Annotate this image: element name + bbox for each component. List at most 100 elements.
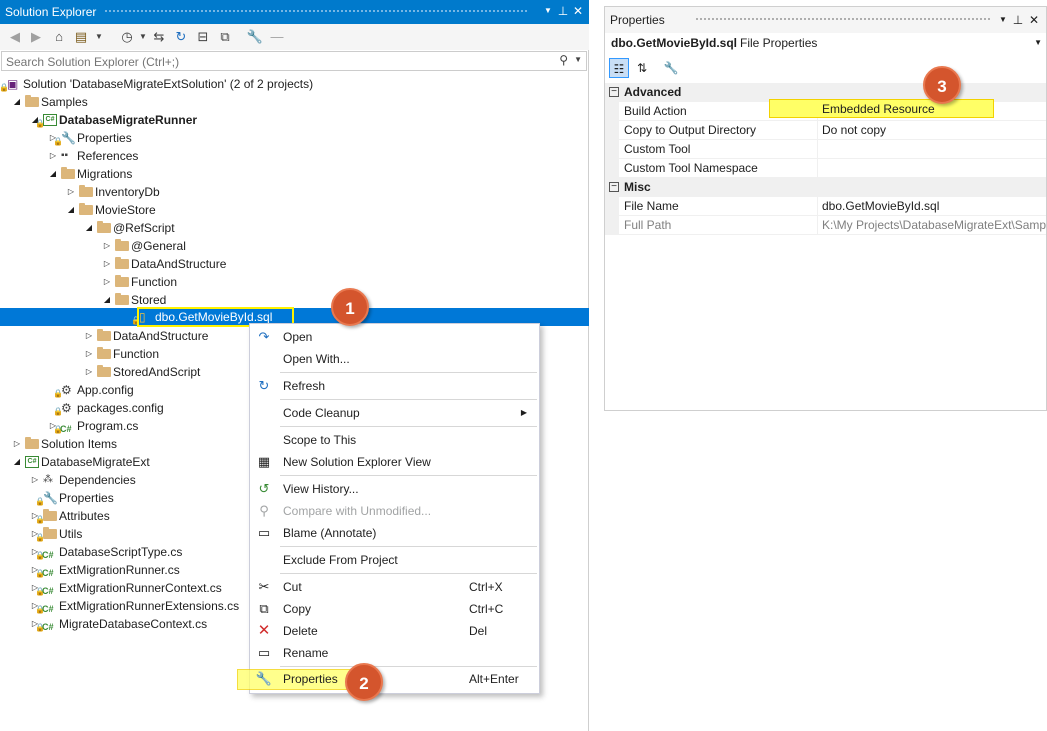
properties-wrench-icon[interactable]: 🔧 [246,28,264,46]
back-icon[interactable]: ◀ [6,28,24,46]
tree-item-migratedatabasecontext[interactable]: ▷ 🔒 C# MigrateDatabaseContext.cs [29,615,207,633]
tree-item-databasescripttype[interactable]: ▷ 🔒 C# DatabaseScriptType.cs [29,543,182,561]
expand-arrow-icon[interactable]: ▷ [11,435,23,453]
tree-item-solution[interactable]: 🔒 ▣ Solution 'DatabaseMigrateExtSolution' … [0,75,313,93]
menu-item-exclude[interactable]: Exclude From Project [250,549,539,571]
menu-item-refresh[interactable]: ↻ Refresh [250,375,539,397]
categorized-icon[interactable]: ☷ [609,58,629,78]
expand-arrow-icon[interactable]: ▷ [101,255,113,273]
tree-item-migrations[interactable]: ◢ Migrations [47,165,132,183]
expand-arrow-icon[interactable]: ▷ [83,363,95,381]
tree-item-dataandstructure-2[interactable]: ▷ DataAndStructure [83,327,208,345]
tree-item-properties-2[interactable]: 🔒 🔧 Properties [35,489,114,507]
property-row-full-path[interactable]: Full Path K:\My Projects\DatabaseMigrateE… [605,216,1046,235]
tree-item-function[interactable]: ▷ Function [101,273,177,291]
sync-icon[interactable]: ⇆ [150,28,168,46]
menu-item-cut[interactable]: ✂ Cut Ctrl+X [250,576,539,598]
alphabetical-sort-icon[interactable]: ⇅ [632,58,652,78]
collapse-arrow-icon[interactable]: ◢ [47,165,59,183]
menu-item-view-history[interactable]: ↺ View History... [250,478,539,500]
collapse-arrow-icon[interactable]: ◢ [11,453,23,471]
tree-item-extmigrationrunner[interactable]: ▷ 🔒 C# ExtMigrationRunner.cs [29,561,180,579]
menu-item-blame[interactable]: ▭ Blame (Annotate) [250,522,539,544]
tree-item-references[interactable]: ▷ ▪▪ References [47,147,138,165]
collapse-all-icon[interactable]: ⊟ [194,28,212,46]
property-pages-wrench-icon[interactable]: 🔧 [661,58,681,78]
collapse-arrow-icon[interactable]: ◢ [83,219,95,237]
window-position-dropdown-icon[interactable]: ▼ [540,3,556,19]
close-icon[interactable]: ✕ [570,3,586,19]
tree-item-project-ext[interactable]: ◢ C# DatabaseMigrateExt [11,453,150,471]
home-icon[interactable]: ⌂ [50,28,68,46]
tree-item-dataandstructure[interactable]: ▷ DataAndStructure [101,255,226,273]
pin-icon[interactable]: ⊥ [555,3,571,19]
property-row-copy-to-output[interactable]: Copy to Output Directory Do not copy [605,121,1046,140]
menu-item-copy[interactable]: ⧉ Copy Ctrl+C [250,598,539,620]
tree-item-samples[interactable]: ◢ Samples [11,93,88,111]
show-all-files-icon[interactable]: ⧉ [216,28,234,46]
expand-arrow-icon[interactable]: ▷ [47,147,59,165]
pin-icon[interactable]: ⊥ [1010,12,1026,28]
expand-arrow-icon[interactable]: ▷ [29,471,41,489]
tree-item-extmigrationrunnercontext[interactable]: ▷ 🔒 C# ExtMigrationRunnerContext.cs [29,579,222,597]
expand-arrow-icon[interactable]: ▷ [101,237,113,255]
tree-item-program-cs[interactable]: ▷ 🔒 C# Program.cs [47,417,138,435]
drag-grip[interactable] [104,9,529,14]
build-action-value-field[interactable]: Embedded Resource [769,99,994,118]
search-input[interactable] [6,54,546,69]
preview-selected-icon[interactable]: — [268,28,286,46]
tree-item-properties[interactable]: ▷ 🔒 🔧 Properties [47,129,132,147]
tree-item-extmigrationrunnerextensions[interactable]: ▷ 🔒 C# ExtMigrationRunnerExtensions.cs [29,597,239,615]
tree-item-refscript[interactable]: ◢ @RefScript [83,219,175,237]
collapse-arrow-icon[interactable]: ◢ [65,201,77,219]
property-row-file-name[interactable]: File Name dbo.GetMovieById.sql [605,197,1046,216]
menu-item-rename[interactable]: ▭ Rename [250,642,539,664]
chevron-down-icon[interactable]: ▼ [1034,38,1042,47]
drag-grip[interactable] [695,17,992,22]
property-row-custom-tool-namespace[interactable]: Custom Tool Namespace [605,159,1046,178]
object-selector[interactable]: dbo.GetMovieById.sql File Properties ▼ [605,33,1046,55]
wrench-icon: 🔧 [255,671,273,686]
close-icon[interactable]: ✕ [1026,12,1042,28]
window-position-dropdown-icon[interactable]: ▼ [995,12,1011,28]
tree-item-dependencies[interactable]: ▷ ⁂ Dependencies [29,471,136,489]
expand-arrow-icon[interactable]: ▷ [83,345,95,363]
tree-item-inventorydb[interactable]: ▷ InventoryDb [65,183,160,201]
property-value[interactable]: dbo.GetMovieById.sql [822,197,1046,216]
menu-item-open-with[interactable]: Open With... [250,348,539,370]
menu-item-new-view[interactable]: ▦ New Solution Explorer View [250,451,539,473]
search-icon[interactable]: ⚲ [559,53,568,67]
menu-item-properties[interactable]: 🔧 Properties Alt+Enter [250,668,539,690]
tree-item-storedandscript[interactable]: ▷ StoredAndScript [83,363,200,381]
search-box[interactable]: ⚲ ▼ [1,51,587,71]
menu-item-open[interactable]: ↷ Open [250,326,539,348]
collapse-arrow-icon[interactable]: ◢ [101,291,113,309]
tree-item-packages-config[interactable]: 🔒 ⚙ packages.config [53,399,164,417]
refresh-icon[interactable]: ↻ [172,28,190,46]
tree-item-attributes[interactable]: ▷ 🔒 Attributes [29,507,110,525]
expand-arrow-icon[interactable]: ▷ [65,183,77,201]
tree-item-utils[interactable]: ▷ 🔒 Utils [29,525,82,543]
category-misc[interactable]: − Misc [605,178,1046,197]
property-row-custom-tool[interactable]: Custom Tool [605,140,1046,159]
property-value[interactable]: Do not copy [822,121,1046,140]
collapse-box-icon[interactable]: − [609,182,619,192]
collapse-box-icon[interactable]: − [609,87,619,97]
tree-item-function-2[interactable]: ▷ Function [83,345,159,363]
search-options-dropdown-icon[interactable]: ▼ [574,55,582,64]
tree-item-app-config[interactable]: 🔒 ⚙ App.config [53,381,134,399]
forward-icon[interactable]: ▶ [27,28,45,46]
switch-views-icon[interactable]: ▤ [72,28,90,46]
switch-views-dropdown-icon[interactable]: ▼ [90,28,108,46]
property-value[interactable]: K:\My Projects\DatabaseMigrateExt\Samp [822,216,1046,235]
menu-item-scope-to-this[interactable]: Scope to This [250,429,539,451]
menu-item-delete[interactable]: ✕ Delete Del [250,620,539,642]
expand-arrow-icon[interactable]: ▷ [83,327,95,345]
tree-item-moviestore[interactable]: ◢ MovieStore [65,201,156,219]
collapse-arrow-icon[interactable]: ◢ [11,93,23,111]
tree-item-general[interactable]: ▷ @General [101,237,186,255]
expand-arrow-icon[interactable]: ▷ [101,273,113,291]
menu-item-code-cleanup[interactable]: Code Cleanup ▶ [250,402,539,424]
tree-item-project-runner[interactable]: ◢ 🔒 C# DatabaseMigrateRunner [29,111,197,129]
tree-item-solution-items[interactable]: ▷ Solution Items [11,435,117,453]
